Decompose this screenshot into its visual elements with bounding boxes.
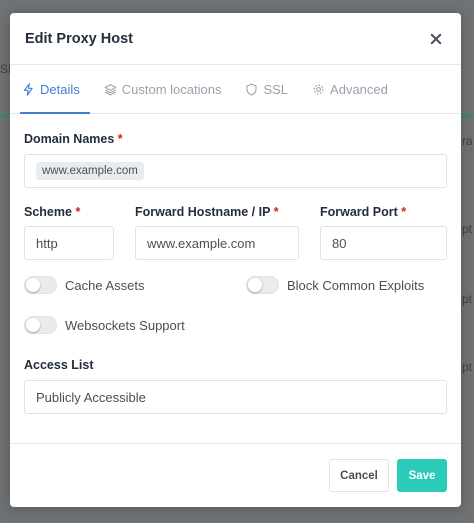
tab-ssl[interactable]: SSL [243,65,298,113]
forward-hostname-label: Forward Hostname / IP * [135,205,279,219]
background-accent-bar [460,114,474,117]
forward-hostname-input[interactable]: www.example.com [135,226,299,260]
toggle-label: Cache Assets [65,277,145,293]
required-marker: * [75,205,81,219]
block-common-exploits-toggle[interactable]: Block Common Exploits [246,276,424,294]
toggle-label: Websockets Support [65,317,185,333]
modal-header: Edit Proxy Host [10,13,461,65]
close-icon[interactable] [427,30,445,48]
scheme-select[interactable]: http [24,226,114,260]
modal-title: Edit Proxy Host [25,30,133,47]
domain-names-label: Domain Names * [24,132,123,146]
forward-port-input[interactable]: 80 [320,226,447,260]
scheme-label: Scheme * [24,205,80,219]
edit-proxy-host-dialog: Edit Proxy Host Details Custom locations… [10,13,461,507]
tab-label: Details [40,81,80,97]
access-list-select[interactable]: Publicly Accessible [24,380,447,414]
bolt-icon [23,82,33,96]
layers-icon [104,83,117,95]
toggle-switch[interactable] [246,276,279,294]
modal-footer: Cancel Save [10,443,461,507]
tab-custom-locations[interactable]: Custom locations [102,65,232,113]
forward-port-label: Forward Port * [320,205,406,219]
label-text: Domain Names [24,132,115,146]
required-marker: * [273,205,279,219]
toggle-switch[interactable] [24,316,57,334]
tab-advanced[interactable]: Advanced [310,65,398,113]
background-text: pt [462,292,473,306]
cache-assets-toggle[interactable]: Cache Assets [24,276,145,294]
tab-label: Advanced [330,81,388,97]
websockets-support-toggle[interactable]: Websockets Support [24,316,185,334]
background-text: ra [462,134,473,148]
domain-chip[interactable]: www.example.com [36,162,144,180]
tab-bar: Details Custom locations SSL Advanced [10,65,461,114]
gear-icon [313,84,324,94]
label-text: Forward Hostname / IP [135,205,271,219]
required-marker: * [401,205,407,219]
label-text: Scheme [24,205,72,219]
shield-icon [246,83,257,96]
tab-label: Custom locations [121,81,222,97]
tab-details[interactable]: Details [20,65,90,114]
tab-label: SSL [263,81,289,97]
access-list-label: Access List [24,358,94,372]
background-text: pt [462,222,473,236]
background-text: pt [462,360,473,374]
save-button[interactable]: Save [397,459,447,492]
required-marker: * [117,132,123,146]
toggle-label: Block Common Exploits [287,277,425,293]
cancel-button[interactable]: Cancel [329,459,389,492]
toggle-switch[interactable] [24,276,57,294]
label-text: Forward Port [320,205,398,219]
domain-names-input[interactable]: www.example.com [24,154,447,188]
